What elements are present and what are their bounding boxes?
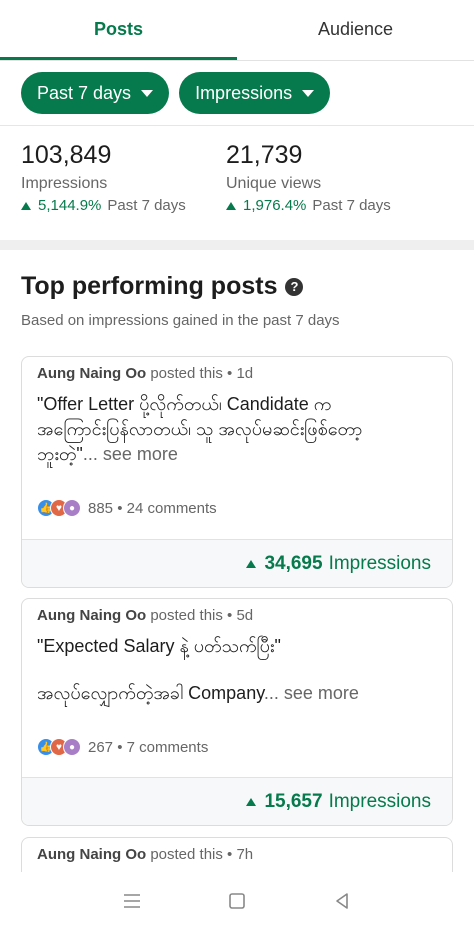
- insightful-reaction-icon: ●: [63, 738, 81, 756]
- post-text-fragment: အလုပ်လျှောက်တဲ့အခါ Company: [37, 683, 264, 703]
- post-text-line: "Offer Letter ပို့လိုက်တယ်၊ Candidate က: [37, 394, 332, 414]
- impressions-label: Impressions: [328, 552, 431, 574]
- post-reactions[interactable]: 👍 ♥ ● 885 • 24 comments: [37, 499, 217, 517]
- arrow-up-icon: [246, 559, 257, 568]
- stat-change: 5,144.9% Past 7 days: [21, 197, 186, 214]
- stat-label: Unique views: [226, 175, 322, 192]
- impressions-value: 15,657: [264, 790, 323, 812]
- caret-down-icon: [302, 89, 315, 97]
- caret-down-icon: [141, 89, 154, 97]
- metric-dropdown-label: Impressions: [195, 82, 293, 103]
- metric-dropdown[interactable]: Impressions: [179, 72, 331, 114]
- period-dropdown[interactable]: Past 7 days: [21, 72, 170, 114]
- period-dropdown-label: Past 7 days: [37, 82, 132, 103]
- stat-value: 21,739: [226, 141, 303, 169]
- bullet-separator: •: [113, 499, 127, 517]
- post-reactions[interactable]: 👍 ♥ ● 267 • 7 comments: [37, 738, 208, 756]
- post-text: "Offer Letter ပို့လိုက်တယ်၊ Candidate က …: [22, 382, 452, 467]
- filter-bar: Past 7 days Impressions: [21, 72, 331, 114]
- post-text-fragment: ဘူးတဲ့": [37, 444, 83, 464]
- bullet-separator: •: [113, 738, 127, 756]
- comment-count: 7 comments: [126, 738, 209, 756]
- stat-change-percent: 5,144.9%: [38, 197, 102, 214]
- post-header: Aung Naing Oo posted this • 7h: [22, 838, 452, 863]
- impressions-value: 34,695: [264, 552, 323, 574]
- stat-value: 103,849: [21, 141, 112, 169]
- insightful-reaction-icon: ●: [63, 499, 81, 517]
- section-separator: [0, 240, 474, 250]
- home-square-icon[interactable]: [225, 889, 249, 913]
- arrow-up-icon: [226, 201, 236, 210]
- post-meta: posted this • 5d: [150, 607, 254, 624]
- post-card[interactable]: Aung Naing Oo posted this • 1d "Offer Le…: [21, 356, 453, 588]
- comment-count: 24 comments: [126, 499, 217, 517]
- post-card[interactable]: Aung Naing Oo posted this • 5d "Expected…: [21, 598, 453, 826]
- reaction-count: 885: [88, 499, 114, 517]
- post-impressions[interactable]: 15,657 Impressions: [22, 777, 452, 825]
- post-text-line-last: ဘူးတဲ့"... see more: [37, 442, 437, 467]
- post-header: Aung Naing Oo posted this • 1d: [22, 357, 452, 382]
- post-text-line-last: အလုပ်လျှောက်တဲ့အခါ Company... see more: [37, 681, 437, 706]
- question-icon[interactable]: ?: [285, 277, 304, 296]
- stat-change: 1,976.4% Past 7 days: [226, 197, 391, 214]
- see-more-link[interactable]: ... see more: [83, 444, 178, 464]
- post-text: "Expected Salary နဲ့ ပတ်သက်ပြီး" အလုပ်လျ…: [22, 624, 452, 706]
- reaction-count: 267: [88, 738, 114, 756]
- back-triangle-icon[interactable]: [330, 889, 354, 913]
- tab-audience[interactable]: Audience: [237, 0, 474, 60]
- post-author[interactable]: Aung Naing Oo: [37, 846, 146, 863]
- section-subtitle: Based on impressions gained in the past …: [21, 312, 340, 329]
- post-text-line: အကြောင်းပြန်လာတယ်၊ သူ အလုပ်မဆင်းဖြစ်တော့: [37, 419, 363, 439]
- divider: [0, 125, 474, 126]
- post-author[interactable]: Aung Naing Oo: [37, 607, 146, 624]
- post-author[interactable]: Aung Naing Oo: [37, 365, 146, 382]
- post-header: Aung Naing Oo posted this • 5d: [22, 599, 452, 624]
- system-nav-bar: [0, 872, 474, 929]
- see-more-link[interactable]: ... see more: [264, 683, 359, 703]
- stat-label: Impressions: [21, 175, 108, 192]
- post-meta: posted this • 1d: [150, 365, 254, 382]
- stat-unique-views: 21,739 Unique views 1,976.4% Past 7 days: [226, 140, 391, 214]
- tab-bar: Posts Audience: [0, 0, 474, 61]
- stat-impressions: 103,849 Impressions 5,144.9% Past 7 days: [21, 140, 186, 214]
- tab-posts[interactable]: Posts: [0, 0, 237, 60]
- post-text-line: "Expected Salary နဲ့ ပတ်သက်ပြီး": [37, 636, 281, 656]
- post-meta: posted this • 7h: [150, 846, 254, 863]
- arrow-up-icon: [21, 201, 31, 210]
- arrow-up-icon: [246, 797, 257, 806]
- stat-change-period: Past 7 days: [107, 197, 186, 214]
- stat-change-percent: 1,976.4%: [243, 197, 307, 214]
- menu-icon[interactable]: [120, 889, 144, 913]
- section-title-text: Top performing posts: [21, 272, 278, 300]
- stat-change-period: Past 7 days: [312, 197, 391, 214]
- impressions-label: Impressions: [328, 790, 431, 812]
- section-title: Top performing posts ?: [21, 272, 304, 301]
- post-impressions[interactable]: 34,695 Impressions: [22, 539, 452, 587]
